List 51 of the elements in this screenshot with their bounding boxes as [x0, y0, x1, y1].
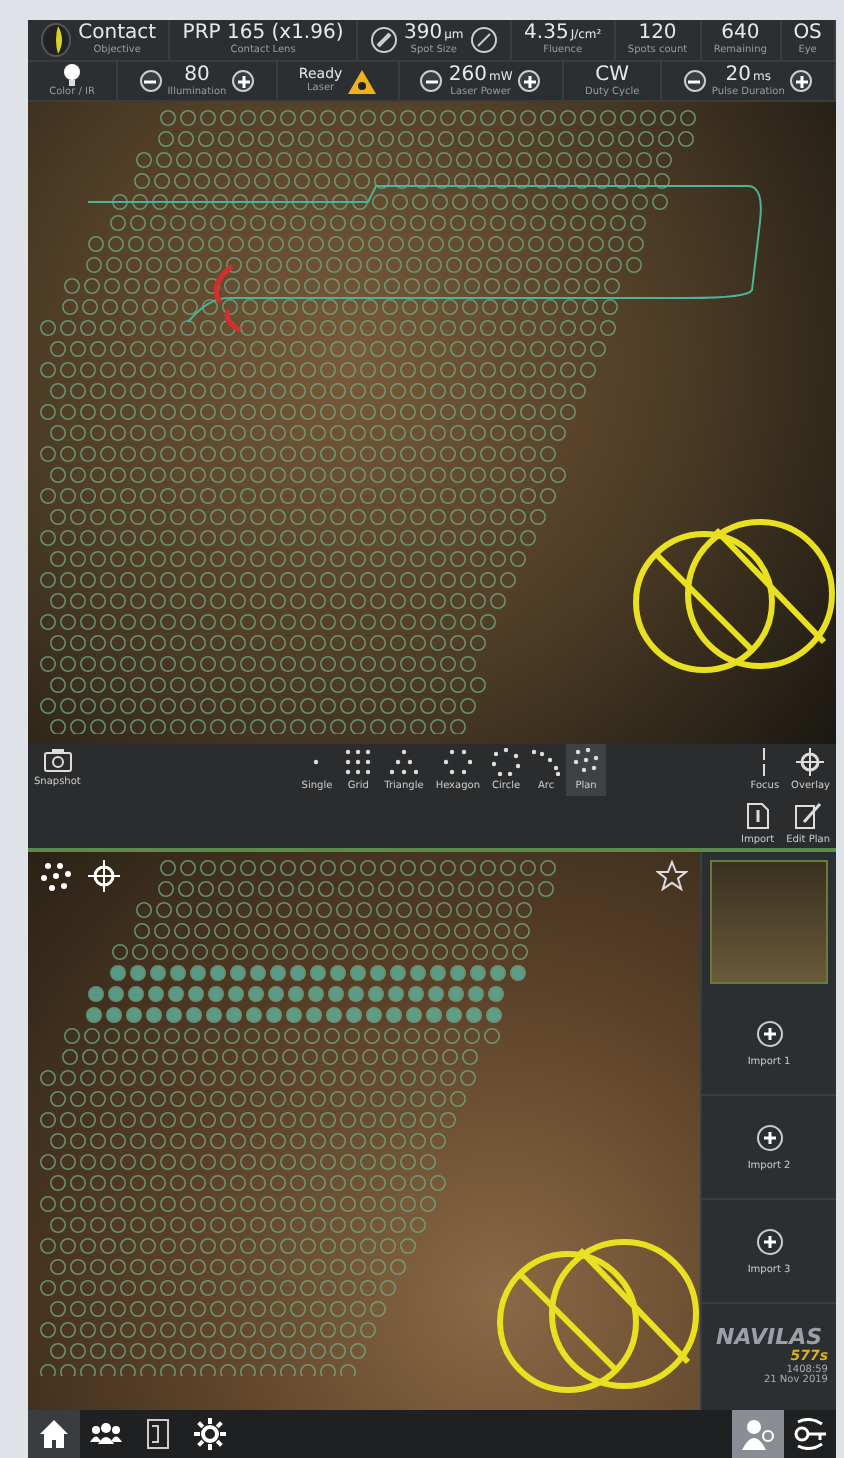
plus-button[interactable] [232, 70, 255, 92]
minus-button[interactable] [139, 70, 162, 92]
dot-pattern-icon[interactable] [40, 860, 72, 892]
dot-pattern-icon [344, 748, 373, 776]
lightbulb-icon[interactable] [62, 64, 83, 86]
nav-tab[interactable] [28, 1410, 80, 1458]
dot-pattern-icon [443, 748, 472, 776]
people-icon [90, 1418, 122, 1450]
value-text: 390 [404, 22, 443, 44]
crosshair-icon[interactable] [88, 860, 120, 892]
camera-icon [43, 748, 72, 772]
crosshair-icon [796, 748, 825, 776]
home-icon [38, 1418, 70, 1450]
spot-decrease-icon[interactable] [370, 26, 399, 54]
thumbnail-photo-placeholder[interactable] [710, 860, 828, 984]
spot-increase-icon[interactable] [469, 26, 498, 54]
value-text: PRP 165 (x1.96) [182, 22, 344, 44]
key-icon [794, 1418, 826, 1450]
plus-icon [521, 73, 538, 89]
value-text: 120 [638, 22, 677, 44]
plus-icon [755, 1227, 783, 1255]
minus-button[interactable] [683, 70, 706, 92]
dot-pattern-icon [389, 748, 418, 776]
value-text: 640 [721, 22, 760, 44]
value-text: OS [793, 22, 822, 44]
star-icon[interactable] [656, 860, 688, 892]
value-text: 80 [184, 63, 210, 85]
user-icon [742, 1418, 774, 1450]
dot-pattern-icon [572, 748, 601, 776]
value-text: Contact [78, 22, 157, 44]
warning-icon [348, 69, 377, 93]
plus-icon [793, 73, 810, 89]
tablet-icon [142, 1418, 174, 1450]
logo-text: NAVILAS [715, 1326, 823, 1351]
value-text: CW [595, 63, 629, 85]
document-icon [743, 802, 772, 830]
plus-icon [755, 1019, 783, 1047]
minus-button[interactable] [420, 70, 443, 92]
value-text: 20 [725, 63, 751, 85]
value-text: 260 [448, 63, 487, 85]
plus-button[interactable] [790, 70, 813, 92]
dot-pattern-icon [532, 748, 561, 776]
focus-icon [762, 748, 767, 776]
plus-button[interactable] [518, 70, 541, 92]
edit-icon [794, 802, 823, 830]
gear-icon [194, 1418, 226, 1450]
lens-icon [40, 22, 73, 58]
dot-pattern-icon [492, 748, 521, 776]
value-text: 4.35 [524, 22, 569, 44]
plus-icon [235, 73, 252, 89]
plus-icon [755, 1123, 783, 1151]
